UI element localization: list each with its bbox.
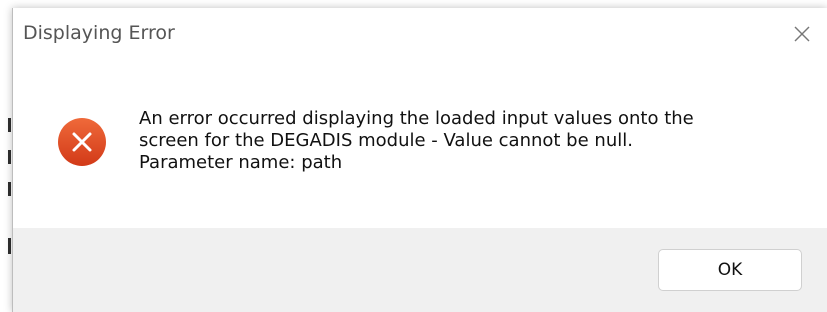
background-mark [8, 238, 11, 254]
dialog-footer: OK [13, 228, 827, 312]
message-line: screen for the DEGADIS module - Value ca… [139, 130, 633, 151]
error-message: An error occurred displaying the loaded … [139, 108, 809, 174]
background-mark [8, 150, 11, 164]
dialog-title: Displaying Error [23, 22, 175, 44]
close-icon [794, 26, 810, 42]
background-mark [8, 118, 11, 132]
error-dialog: Displaying Error An error occurred displ… [12, 8, 827, 312]
error-icon [58, 118, 106, 166]
message-line: An error occurred displaying the loaded … [139, 108, 694, 129]
close-button[interactable] [780, 16, 824, 52]
ok-button[interactable]: OK [658, 249, 802, 291]
dialog-content: An error occurred displaying the loaded … [13, 60, 827, 228]
message-line: Parameter name: path [139, 152, 343, 173]
background-mark [8, 182, 11, 196]
background-window-edge [0, 0, 12, 312]
title-bar: Displaying Error [13, 8, 827, 60]
